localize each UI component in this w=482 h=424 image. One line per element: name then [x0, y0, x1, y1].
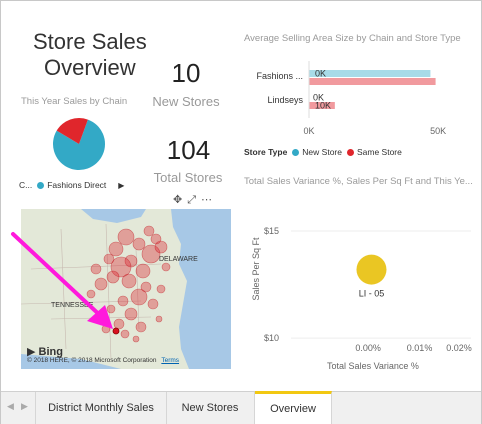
map-copyright-text: © 2018 HERE, © 2018 Microsoft Corporatio… [27, 357, 157, 364]
tab-overview[interactable]: Overview [255, 391, 332, 424]
map-bubble[interactable] [143, 225, 155, 237]
new-stores-label: New Stores [152, 94, 220, 109]
bar-category-label: Lindseys [267, 95, 303, 105]
bar-legend-item-same-store[interactable]: Same Store [357, 147, 402, 157]
scatter-point-label: LI - 05 [359, 289, 385, 299]
pie-legend-item[interactable]: Fashions Direct [47, 180, 106, 190]
map-bubble[interactable] [132, 237, 146, 251]
scatter-y-axis-label: Sales Per Sq Ft [251, 237, 261, 301]
bar-new-store[interactable] [309, 70, 431, 77]
annotation-arrow [11, 232, 113, 329]
scatter-chart[interactable]: $15 $10 0.00% 0.01% 0.02% Total Sales Varianc… [241, 191, 476, 381]
terms-link[interactable]: Terms [161, 357, 179, 364]
annotation-arrow-shaft [11, 232, 106, 321]
bar-x-tick: 0K [303, 126, 314, 136]
map-bubble[interactable] [156, 284, 166, 294]
more-options-icon[interactable]: ⋯ [201, 194, 217, 206]
map-bubble[interactable] [135, 321, 147, 333]
total-stores-label: Total Stores [153, 170, 223, 185]
bar-legend-item-new-store[interactable]: New Store [302, 147, 342, 157]
page-tab-bar: ◀ ▶ District Monthly Sales New Stores Ov… [1, 391, 481, 424]
map-bubble[interactable] [155, 315, 163, 323]
pie-chart[interactable] [51, 116, 107, 172]
map-copyright: © 2018 HERE, © 2018 Microsoft Corporatio… [27, 357, 179, 364]
tab-scroll-right-icon[interactable]: ▶ [21, 401, 28, 412]
legend-dot-new-store [292, 148, 300, 156]
map-label-delaware: DELAWARE [159, 256, 198, 263]
map-bubble[interactable] [124, 307, 138, 321]
scatter-y-tick: $15 [264, 226, 279, 236]
scatter-chart-title: Total Sales Variance %, Sales Per Sq Ft … [244, 176, 473, 187]
report-canvas: Store Sales Overview 10 New Stores 104 T… [0, 0, 482, 424]
scatter-x-axis-label: Total Sales Variance % [327, 361, 419, 371]
bar-data-label: 10K [315, 101, 331, 111]
bar-legend-title: Store Type [244, 147, 288, 157]
map-bubble[interactable] [161, 262, 171, 272]
pie-chart-title: This Year Sales by Chain [21, 96, 128, 107]
map-bubble[interactable] [130, 288, 148, 306]
scatter-x-tick: 0.01% [407, 343, 433, 353]
map-bubble[interactable] [147, 298, 159, 310]
pie-legend-title: C... [19, 180, 33, 190]
pie-legend: C... Fashions Direct ▶ [19, 180, 124, 190]
pin-icon[interactable]: ✥ [173, 194, 187, 206]
map-bubble[interactable] [135, 263, 151, 279]
scatter-x-tick: 0.00% [355, 343, 381, 353]
tab-new-stores[interactable]: New Stores [166, 392, 255, 424]
bar-chart-legend: Store Type New Store Same Store [244, 147, 402, 157]
scatter-x-tick: 0.02% [446, 343, 472, 353]
scatter-y-tick: $10 [264, 333, 279, 343]
new-stores-value: 10 [171, 58, 201, 88]
bar-chart[interactable]: Fashions ... 0KLindseys 0K10K0K 50K [241, 56, 466, 141]
scatter-point[interactable] [356, 254, 387, 285]
tab-scroll-left-icon[interactable]: ◀ [7, 401, 14, 412]
bar-data-label: 0K [315, 69, 326, 79]
tab-district-monthly-sales[interactable]: District Monthly Sales [35, 392, 167, 424]
legend-dot-same-store [346, 148, 354, 156]
visual-header: ✥⤢⋯ [173, 193, 217, 207]
bar-same-store[interactable] [309, 78, 436, 85]
legend-next-arrow-icon[interactable]: ▶ [118, 181, 124, 190]
legend-dot-fashions-direct [37, 181, 45, 189]
map-bubble[interactable] [150, 233, 162, 245]
bar-category-label: Fashions ... [256, 71, 303, 81]
bar-chart-title: Average Selling Area Size by Chain and S… [244, 33, 461, 44]
total-stores-value: 104 [166, 135, 211, 165]
report-title-line1: Store Sales [33, 29, 147, 54]
bar-x-tick: 50K [430, 126, 446, 136]
report-title-line2: Overview [44, 55, 136, 80]
focus-mode-icon[interactable]: ⤢ [187, 194, 201, 206]
map-bubble[interactable] [132, 335, 140, 343]
